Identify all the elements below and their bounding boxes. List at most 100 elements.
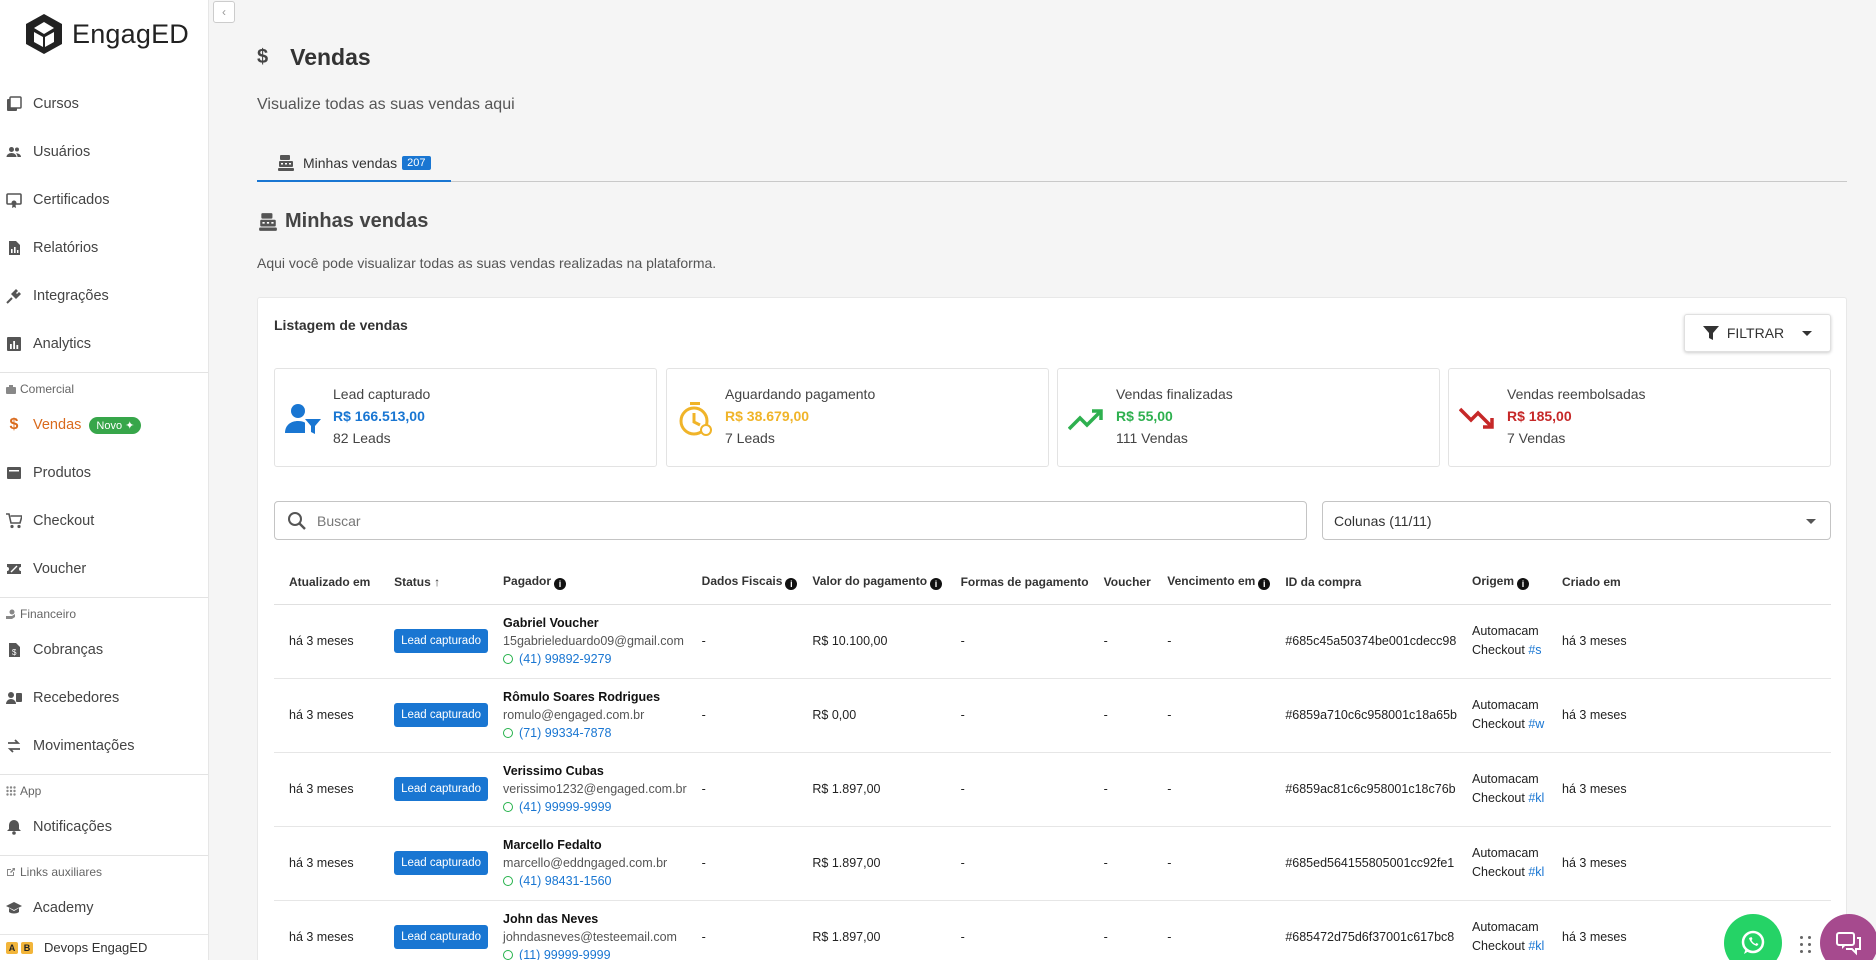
cell-payment-method: - [945, 826, 1089, 901]
stat-aguardando-pagamento[interactable]: Aguardando pagamento R$ 38.679,00 7 Lead… [666, 368, 1049, 467]
receiver-icon [6, 690, 22, 706]
payer-phone-link[interactable]: (41) 98431-1560 [503, 874, 687, 888]
column-header[interactable]: Dados Fiscais i [686, 560, 798, 605]
sidebar-item-checkout[interactable]: Checkout [0, 497, 208, 545]
user-footer[interactable]: A B Devops EngagED [0, 934, 208, 960]
divider [0, 774, 208, 775]
external-link-icon [7, 868, 15, 876]
payer-phone: (71) 99334-7878 [519, 726, 612, 740]
cell-voucher: - [1088, 604, 1153, 679]
cell-payer: Marcello Fedalto marcello@eddngaged.com.b… [488, 826, 687, 901]
origem-link[interactable]: #s [1528, 643, 1541, 657]
search-icon [288, 511, 306, 530]
sidebar-item-usuarios[interactable]: Usuários [0, 128, 208, 176]
sidebar-item-movimentacoes[interactable]: Movimentações [0, 722, 208, 770]
sidebar-item-analytics[interactable]: Analytics [0, 320, 208, 368]
chat-button[interactable] [1820, 914, 1876, 960]
ticket-icon [6, 561, 22, 577]
sidebar-item-cobrancas[interactable]: $ Cobranças [0, 626, 208, 674]
sidebar-item-vendas[interactable]: $ Vendas Novo ✦ [0, 401, 208, 449]
column-header[interactable]: Status ↑ [379, 560, 489, 605]
key-a-badge: A [6, 941, 18, 954]
sidebar-item-label: Recebedores [33, 690, 120, 706]
cell-created: há 3 meses [1547, 900, 1831, 960]
table-row[interactable]: há 3 meses Lead capturado John das Neves jo… [274, 900, 1831, 960]
stat-vendas-reembolsadas[interactable]: Vendas reembolsadas R$ 185,00 7 Vendas [1448, 368, 1831, 467]
info-icon[interactable]: i [1258, 577, 1271, 590]
stat-lead-capturado[interactable]: Lead capturado R$ 166.513,00 82 Leads [274, 368, 657, 467]
cell-voucher: - [1088, 678, 1153, 753]
sidebar-item-notificacoes[interactable]: Notificações [0, 803, 208, 851]
sidebar-item-certificados[interactable]: Certificados [0, 176, 208, 224]
sidebar-item-cursos[interactable]: Cursos [0, 80, 208, 128]
payer-phone-link[interactable]: (71) 99334-7878 [503, 726, 687, 740]
cell-status: Lead capturado [379, 604, 489, 679]
drag-handle-icon[interactable] [1800, 936, 1812, 954]
cell-due-date: - [1152, 604, 1271, 679]
sidebar-item-academy[interactable]: Academy [0, 884, 208, 932]
status-badge[interactable]: Lead capturado [394, 851, 488, 875]
collapse-sidebar-button[interactable]: ‹ [213, 1, 235, 23]
column-header[interactable]: ID da compra [1270, 560, 1458, 605]
user-filter-icon [285, 404, 321, 434]
stat-vendas-finalizadas[interactable]: Vendas finalizadas R$ 55,00 111 Vendas [1057, 368, 1440, 467]
info-icon[interactable]: i [554, 577, 567, 590]
sidebar-item-integracoes[interactable]: Integrações [0, 272, 208, 320]
cell-status: Lead capturado [379, 752, 489, 827]
divider [0, 855, 208, 856]
table-row[interactable]: há 3 meses Lead capturado Rômulo Soares Ro… [274, 678, 1831, 753]
search-input[interactable] [317, 512, 1217, 529]
cash-register-icon [259, 212, 277, 231]
table-row[interactable]: há 3 meses Lead capturado Marcello Fedalto… [274, 826, 1831, 901]
sidebar-item-label: Cursos [33, 96, 79, 112]
columns-select[interactable]: Colunas (11/11) [1322, 501, 1831, 540]
origem-line: Checkout #kl [1472, 865, 1545, 879]
table-row[interactable]: há 3 meses Lead capturado Gabriel Voucher 1… [274, 604, 1831, 679]
stat-label: Aguardando pagamento [725, 386, 876, 402]
stat-count: 111 Vendas [1116, 430, 1188, 446]
payer-phone-link[interactable]: (41) 99999-9999 [503, 800, 687, 814]
status-badge[interactable]: Lead capturado [394, 629, 488, 653]
info-icon[interactable]: i [930, 577, 943, 590]
info-icon[interactable]: i [785, 577, 798, 590]
search-field[interactable] [274, 501, 1307, 540]
app-logo[interactable]: EngagED [24, 12, 189, 56]
column-header[interactable]: Valor do pagamento i [797, 560, 946, 605]
tab-minhas-vendas[interactable]: Minhas vendas 207 [257, 146, 451, 182]
column-header[interactable]: Atualizado em [274, 560, 380, 605]
whatsapp-icon [503, 950, 514, 960]
payer-phone-link[interactable]: (41) 99892-9279 [503, 652, 687, 666]
origem-link[interactable]: #kl [1528, 939, 1544, 953]
status-badge[interactable]: Lead capturado [394, 703, 488, 727]
filter-button[interactable]: FILTRAR [1684, 314, 1831, 352]
column-header[interactable]: Criado em [1547, 560, 1831, 605]
column-header[interactable]: Origem i [1457, 560, 1548, 605]
stat-count: 7 Leads [725, 430, 775, 446]
sidebar-item-label: Checkout [33, 513, 95, 529]
origem-link[interactable]: #kl [1528, 791, 1544, 805]
sidebar-nav: Cursos Usuários Certificados Relatórios … [0, 80, 208, 932]
logo-text: EngagED [72, 18, 189, 49]
bell-icon [6, 819, 22, 835]
sidebar-item-recebedores[interactable]: Recebedores [0, 674, 208, 722]
origem-link[interactable]: #w [1528, 717, 1544, 731]
column-header[interactable]: Formas de pagamento [945, 560, 1089, 605]
cell-voucher: - [1088, 900, 1153, 960]
column-header[interactable]: Vencimento em i [1152, 560, 1271, 605]
status-badge[interactable]: Lead capturado [394, 777, 488, 801]
payer-email: marcello@eddngaged.com.br [503, 856, 668, 870]
cell-purchase-id: #685472d75d6f37001c617bc8 [1270, 900, 1458, 960]
table-row[interactable]: há 3 meses Lead capturado Verissimo Cubas v… [274, 752, 1831, 827]
timer-icon [679, 402, 712, 436]
column-header[interactable]: Voucher [1088, 560, 1153, 605]
sidebar-item-produtos[interactable]: Produtos [0, 449, 208, 497]
column-header[interactable]: Pagador i [488, 560, 687, 605]
payer-phone-link[interactable]: (11) 99999-9999 [503, 948, 687, 960]
sidebar-item-voucher[interactable]: Voucher [0, 545, 208, 593]
origem-link[interactable]: #kl [1528, 865, 1544, 879]
info-icon[interactable]: i [1517, 577, 1530, 590]
status-badge[interactable]: Lead capturado [394, 925, 488, 949]
chevron-down-icon [1802, 330, 1813, 336]
sidebar-item-relatorios[interactable]: Relatórios [0, 224, 208, 272]
payer-phone: (11) 99999-9999 [519, 948, 611, 960]
